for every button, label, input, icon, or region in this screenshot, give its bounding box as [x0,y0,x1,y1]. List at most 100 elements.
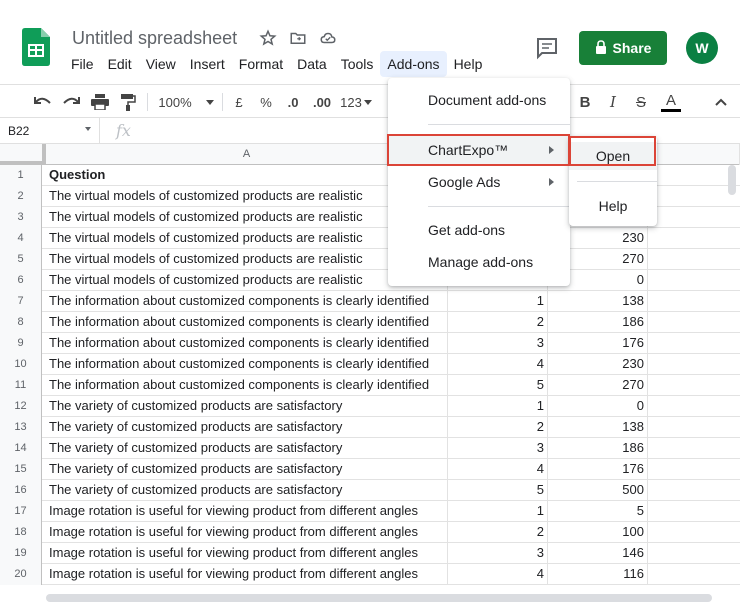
cell-c[interactable]: 230 [548,354,648,375]
cell-c[interactable]: 138 [548,417,648,438]
menu-edit[interactable]: Edit [101,51,139,77]
row-number[interactable]: 8 [0,312,42,333]
menu-data[interactable]: Data [290,51,334,77]
menu-item-get-addons[interactable]: Get add-ons [388,214,570,246]
percent-button[interactable]: % [256,85,276,119]
row-number[interactable]: 16 [0,480,42,501]
strikethrough-button[interactable]: S [631,85,651,119]
cell-a[interactable]: Image rotation is useful for viewing pro… [46,522,448,543]
row-number[interactable]: 13 [0,417,42,438]
row-number[interactable]: 10 [0,354,42,375]
avatar[interactable]: W [686,32,718,64]
decrease-decimal-button[interactable]: .0 [282,85,304,119]
move-folder-icon[interactable] [288,28,308,48]
cell-b[interactable]: 2 [448,522,548,543]
row-number[interactable]: 11 [0,375,42,396]
currency-button[interactable]: £ [229,85,249,119]
cell-a[interactable]: The variety of customized products are s… [46,459,448,480]
cell-c[interactable]: 186 [548,438,648,459]
cell-c[interactable]: 116 [548,564,648,585]
cell-b[interactable]: 3 [448,543,548,564]
row-number[interactable]: 15 [0,459,42,480]
cell-a[interactable]: The information about customized compone… [46,312,448,333]
row-number[interactable]: 6 [0,270,42,291]
cell-c[interactable]: 100 [548,522,648,543]
cell-c[interactable]: 5 [548,501,648,522]
menu-item-google-ads[interactable]: Google Ads [388,166,570,198]
row-number[interactable]: 7 [0,291,42,312]
submenu-item-help[interactable]: Help [569,192,657,220]
redo-icon[interactable] [60,85,82,119]
cell-c[interactable]: 500 [548,480,648,501]
cell-c[interactable]: 186 [548,312,648,333]
cell-c[interactable]: 176 [548,459,648,480]
row-number[interactable]: 3 [0,207,42,228]
row-number[interactable]: 19 [0,543,42,564]
share-button[interactable]: Share [579,31,667,65]
cell-b[interactable]: 3 [448,438,548,459]
row-number[interactable]: 4 [0,228,42,249]
row-number[interactable]: 2 [0,186,42,207]
cell-b[interactable]: 4 [448,354,548,375]
collapse-toolbar-icon[interactable] [710,85,732,119]
row-number[interactable]: 20 [0,564,42,585]
print-icon[interactable] [88,85,112,119]
cell-b[interactable]: 4 [448,564,548,585]
cell-a[interactable]: Image rotation is useful for viewing pro… [46,501,448,522]
cell-b[interactable]: 1 [448,396,548,417]
cell-c[interactable]: 176 [548,333,648,354]
cloud-status-icon[interactable] [318,28,338,48]
cell-b[interactable]: 4 [448,459,548,480]
comment-icon[interactable] [535,36,559,60]
cell-b[interactable]: 3 [448,333,548,354]
row-number[interactable]: 17 [0,501,42,522]
cell-c[interactable]: 0 [548,396,648,417]
cell-a[interactable]: The variety of customized products are s… [46,417,448,438]
cell-a[interactable]: The information about customized compone… [46,291,448,312]
increase-decimal-button[interactable]: .00 [309,85,335,119]
bold-button[interactable]: B [575,85,595,119]
cell-b[interactable]: 1 [448,291,548,312]
row-number[interactable]: 1 [0,165,42,186]
more-formats-button[interactable]: 123 [338,85,374,119]
menu-tools[interactable]: Tools [334,51,381,77]
menu-insert[interactable]: Insert [183,51,232,77]
cell-b[interactable]: 1 [448,501,548,522]
paint-format-icon[interactable] [116,85,140,119]
zoom-select[interactable]: 100% [156,85,216,119]
sheets-logo-icon[interactable] [22,28,50,66]
row-number[interactable]: 12 [0,396,42,417]
name-box[interactable]: B22 [0,118,100,144]
row-number[interactable]: 9 [0,333,42,354]
italic-button[interactable]: I [603,85,623,119]
horizontal-scrollbar[interactable] [46,594,712,602]
cell-a[interactable]: Image rotation is useful for viewing pro… [46,543,448,564]
menu-item-manage-addons[interactable]: Manage add-ons [388,246,570,278]
text-color-button[interactable]: A [660,85,682,119]
cell-a[interactable]: The information about customized compone… [46,375,448,396]
cell-a[interactable]: The information about customized compone… [46,333,448,354]
select-all-corner[interactable] [0,144,46,165]
star-icon[interactable] [258,28,278,48]
menu-addons[interactable]: Add-ons [380,51,447,77]
cell-c[interactable]: 270 [548,375,648,396]
menu-file[interactable]: File [64,51,101,77]
vertical-scrollbar[interactable] [728,165,736,195]
cell-b[interactable]: 2 [448,417,548,438]
row-number[interactable]: 5 [0,249,42,270]
row-number[interactable]: 14 [0,438,42,459]
cell-c[interactable]: 146 [548,543,648,564]
column-header-d[interactable] [648,144,740,165]
cell-a[interactable]: The variety of customized products are s… [46,480,448,501]
undo-icon[interactable] [32,85,54,119]
cell-a[interactable]: The information about customized compone… [46,354,448,375]
menu-item-document-addons[interactable]: Document add-ons [388,84,570,116]
menu-help[interactable]: Help [447,51,490,77]
cell-c[interactable]: 138 [548,291,648,312]
cell-a[interactable]: The variety of customized products are s… [46,396,448,417]
menu-format[interactable]: Format [232,51,290,77]
cell-b[interactable]: 5 [448,375,548,396]
menu-view[interactable]: View [139,51,183,77]
row-number[interactable]: 18 [0,522,42,543]
cell-a[interactable]: The variety of customized products are s… [46,438,448,459]
